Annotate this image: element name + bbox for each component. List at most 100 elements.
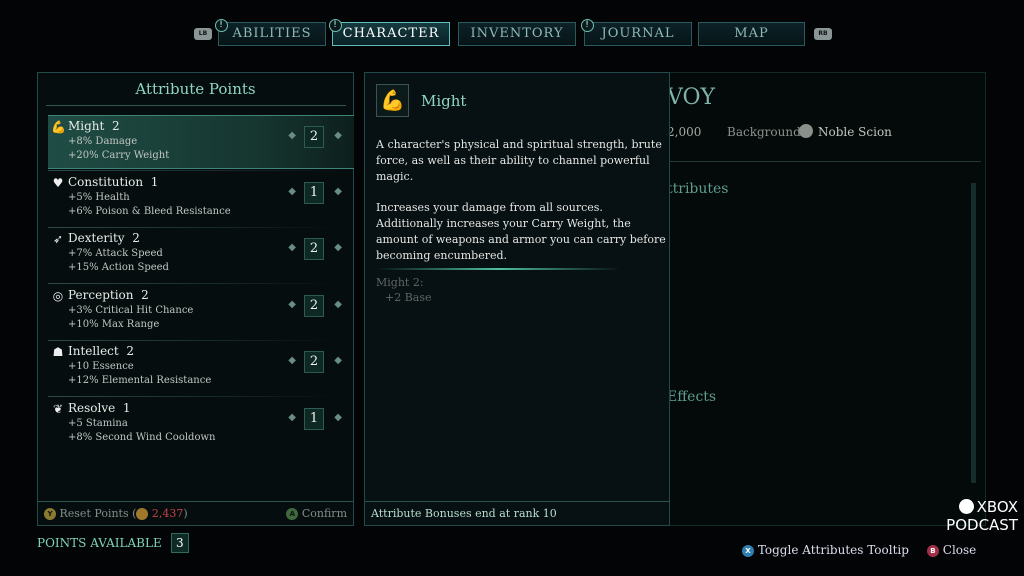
attribute-value: 1: [304, 181, 324, 204]
bumper-lb[interactable]: LB: [194, 28, 212, 40]
y-button-icon: Y: [44, 508, 56, 520]
hint-x[interactable]: X Toggle Attributes Tooltip: [742, 543, 909, 557]
xbox-icon: [958, 499, 974, 514]
attribute-points-panel: Attribute Points 💪 Might 2 +8% Damage +2…: [37, 72, 354, 526]
attribute-row-resolve[interactable]: ❦ Resolve 1 +5 Stamina +8% Second Wind C…: [48, 398, 354, 452]
effects-heading: Effects: [667, 389, 717, 405]
increase-arrow-icon[interactable]: ◆: [334, 355, 342, 366]
hint-b[interactable]: B Close: [926, 543, 977, 557]
alert-icon: !: [215, 19, 228, 32]
breakdown-line: +2 Base: [385, 291, 432, 304]
tab-abilities[interactable]: ABILITIES!: [215, 19, 326, 46]
character-stat: 2,000: [667, 125, 702, 139]
attribute-rank: 1: [150, 174, 159, 189]
attribute-value: 2: [304, 351, 324, 373]
tab-journal[interactable]: JOURNAL!: [581, 19, 692, 46]
attribute-bonus: +20% Carry Weight: [68, 150, 170, 161]
tab-character[interactable]: CHARACTER!: [329, 19, 450, 46]
attribute-value: 2: [304, 294, 324, 317]
background-value: Noble Scion: [818, 125, 892, 139]
muscle-arm-icon: 💪: [51, 120, 66, 134]
decrease-arrow-icon[interactable]: ◆: [288, 355, 296, 366]
muscle-arm-icon: 💪: [376, 84, 409, 117]
attribute-bonus: +10 Essence: [68, 361, 134, 372]
hint-label: Close: [942, 543, 977, 557]
reset-label: Reset Points: [59, 507, 129, 520]
tab-map[interactable]: MAP: [698, 22, 805, 46]
attribute-value: 1: [304, 407, 324, 430]
attribute-bonus: +3% Critical Hit Chance: [68, 304, 194, 316]
divider: [661, 161, 981, 162]
decrease-arrow-icon[interactable]: ◆: [288, 130, 296, 141]
scrollbar[interactable]: [971, 183, 976, 483]
attribute-row-constitution[interactable]: ♥ Constitution 1 +5% Health +6% Poison &…: [48, 172, 354, 226]
attribute-bonus: +15% Action Speed: [68, 262, 169, 273]
tab-label: ABILITIES: [232, 26, 312, 41]
attribute-bonus: +8% Damage: [68, 136, 138, 147]
increase-arrow-icon[interactable]: ◆: [334, 130, 342, 141]
reset-cost: 2,437: [151, 507, 184, 520]
attribute-tooltip: 💪 Might A character's physical and spiri…: [364, 72, 670, 526]
decrease-arrow-icon[interactable]: ◆: [288, 242, 296, 253]
increase-arrow-icon[interactable]: ◆: [334, 412, 342, 423]
attribute-row-might[interactable]: 💪 Might 2 +8% Damage +20% Carry Weight ◆…: [48, 115, 354, 169]
coin-icon: [136, 508, 149, 520]
alert-icon: !: [329, 19, 342, 32]
attribute-bonus: +10% Max Range: [68, 318, 160, 330]
reset-points-button[interactable]: Y Reset Points ( 2,437): [44, 502, 188, 526]
attribute-rank: 2: [126, 344, 134, 358]
attribute-bonus: +7% Attack Speed: [68, 248, 163, 259]
tooltip-details: Increases your damage from all sources. …: [376, 201, 666, 262]
confirm-button[interactable]: A Confirm: [286, 502, 347, 526]
attribute-name: Perception 2: [68, 288, 149, 302]
background-icon: [799, 124, 813, 138]
attribute-label: Constitution: [68, 174, 144, 189]
decrease-arrow-icon[interactable]: ◆: [288, 299, 296, 310]
breakdown-title: Might 2:: [376, 276, 424, 289]
attribute-row-dexterity[interactable]: ➶ Dexterity 2 +7% Attack Speed +15% Acti…: [48, 228, 354, 282]
attribute-label: Might: [68, 119, 105, 133]
bumper-rb[interactable]: RB: [814, 28, 832, 40]
attribute-label: Perception: [68, 287, 134, 302]
x-button-icon: X: [742, 544, 754, 557]
attribute-row-perception[interactable]: ◎ Perception 2 +3% Critical Hit Chance +…: [48, 285, 354, 339]
increase-arrow-icon[interactable]: ◆: [334, 299, 342, 310]
attributes-heading: ttributes: [667, 181, 729, 197]
eye-swirl-icon: ◎: [52, 288, 64, 303]
decrease-arrow-icon[interactable]: ◆: [288, 412, 296, 423]
points-available: POINTS AVAILABLE 3: [37, 532, 189, 553]
tooltip-description: A character's physical and spiritual str…: [376, 138, 662, 183]
tooltip-title: Might: [421, 92, 467, 110]
attribute-rank: 2: [141, 287, 149, 302]
tab-label: INVENTORY: [470, 26, 564, 41]
attribute-row-intellect[interactable]: ☗ Intellect 2 +10 Essence +12% Elemental…: [48, 341, 354, 395]
increase-arrow-icon[interactable]: ◆: [334, 186, 342, 197]
attribute-bonus: +8% Second Wind Cooldown: [68, 431, 216, 443]
heart-body-icon: ♥: [52, 175, 64, 190]
increase-arrow-icon[interactable]: ◆: [334, 242, 342, 253]
attribute-name: Might 2: [68, 119, 120, 133]
tab-label: CHARACTER: [342, 26, 440, 41]
attribute-bonus: +5% Health: [68, 191, 130, 203]
character-name: VOY: [667, 85, 716, 110]
attribute-bonus: +6% Poison & Bleed Resistance: [68, 205, 231, 217]
attribute-name: Resolve 1: [68, 401, 131, 415]
background-label: Background:: [727, 125, 805, 139]
points-available-value: 3: [170, 533, 189, 553]
tab-label: MAP: [734, 26, 769, 41]
running-figure-icon: ➶: [52, 232, 64, 246]
panel-footer: Y Reset Points ( 2,437) A Confirm: [38, 501, 353, 526]
decrease-arrow-icon[interactable]: ◆: [288, 186, 296, 197]
tab-inventory[interactable]: INVENTORY: [458, 22, 576, 46]
confirm-label: Confirm: [301, 507, 347, 520]
attribute-value: 2: [304, 126, 324, 148]
attribute-name: Intellect 2: [68, 344, 134, 358]
watermark-line1: XBOX: [976, 498, 1018, 516]
a-button-icon: A: [286, 508, 299, 520]
heart-hand-icon: ❦: [52, 401, 64, 416]
hint-label: Toggle Attributes Tooltip: [757, 543, 909, 557]
character-summary-panel: VOY 2,000 Background: Noble Scion ttribu…: [640, 72, 986, 526]
attribute-bonus: +5 Stamina: [68, 417, 128, 429]
watermark-line2: PODCAST: [946, 516, 1018, 534]
attribute-label: Resolve: [68, 400, 116, 415]
